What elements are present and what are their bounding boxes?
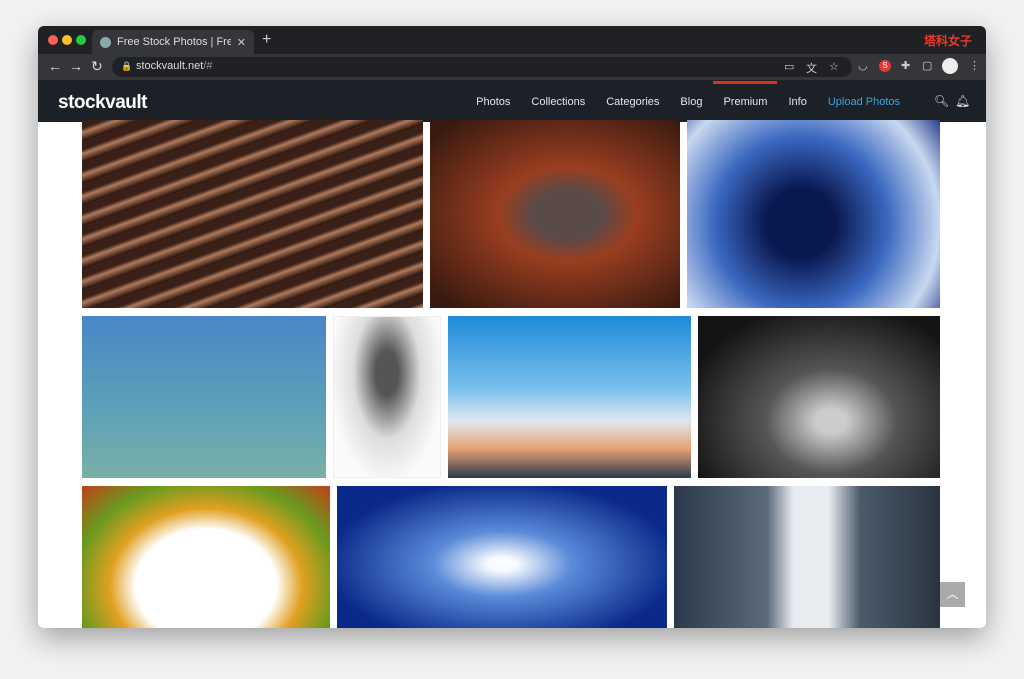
photo-tile[interactable] [674,486,940,628]
address-toolbar: ← → ↻ 🔒 stockvault.net/# ▭ 文 ☆ ◡ S ✚ ▢ ⋮ [38,54,986,80]
photo-tile[interactable] [82,486,330,628]
back-to-top-button[interactable]: ︿ [940,582,965,607]
reload-icon[interactable]: ↻ [91,58,103,75]
forward-icon[interactable]: → [69,58,83,74]
photo-tile[interactable] [333,316,441,478]
browser-tab[interactable]: Free Stock Photos | Free Images ✕ [92,30,254,54]
nav-collections[interactable]: Collections [531,96,585,108]
favicon-icon [100,36,111,48]
tab-title: Free Stock Photos | Free Images [117,36,231,48]
nav-info[interactable]: Info [788,96,806,108]
browser-window: Free Stock Photos | Free Images ✕ + 塔科女子… [38,26,986,628]
close-tab-icon[interactable]: ✕ [237,36,246,49]
tab-bar: Free Stock Photos | Free Images ✕ + 塔科女子 [38,26,986,54]
new-tab-button[interactable]: + [262,31,271,49]
extensions-puzzle-icon[interactable]: ✚ [901,59,910,72]
extension-s-icon[interactable]: S [879,60,891,72]
photo-tile[interactable] [698,316,940,478]
watermark-logo: 塔科女子 [923,34,972,48]
photo-tile[interactable] [687,120,940,308]
site-logo[interactable]: stockvault [58,92,147,114]
notification-bell-icon[interactable]: 🔔︎ [955,94,970,108]
cast-icon[interactable]: ▢ [922,59,932,72]
photo-tile[interactable] [82,316,326,478]
maximize-window-button[interactable] [76,35,86,45]
nav-blog[interactable]: Blog [680,96,702,108]
photo-tile[interactable] [430,120,680,308]
photo-tile[interactable] [337,486,667,628]
lock-icon: 🔒 [121,61,133,71]
search-icon[interactable]: 🔍︎ [934,94,949,108]
url-path: /# [203,60,213,72]
nav-upload-photos[interactable]: Upload Photos [828,96,900,108]
bookmark-star-icon[interactable]: ☆ [829,60,839,73]
photo-tile[interactable] [448,316,691,478]
nav-premium[interactable]: Premium [713,81,778,108]
close-window-button[interactable] [48,35,58,45]
main-nav: Photos Collections Categories Blog Premi… [476,81,900,122]
nav-categories[interactable]: Categories [606,96,659,108]
translate-icon[interactable]: 文 [806,60,817,76]
cast-page-icon[interactable]: ▭ [784,60,794,73]
site-header: stockvault Photos Collections Categories… [38,80,986,122]
menu-kebab-icon[interactable]: ⋮ [969,59,980,72]
nav-photos[interactable]: Photos [476,96,510,108]
address-bar[interactable]: 🔒 stockvault.net/# ▭ 文 ☆ [112,57,852,77]
photo-tile[interactable] [82,120,423,308]
minimize-window-button[interactable] [62,35,72,45]
back-icon[interactable]: ← [48,58,62,74]
pocket-icon[interactable]: ◡ [858,59,868,72]
profile-avatar[interactable] [942,58,958,74]
url-host: stockvault.net [136,60,204,72]
